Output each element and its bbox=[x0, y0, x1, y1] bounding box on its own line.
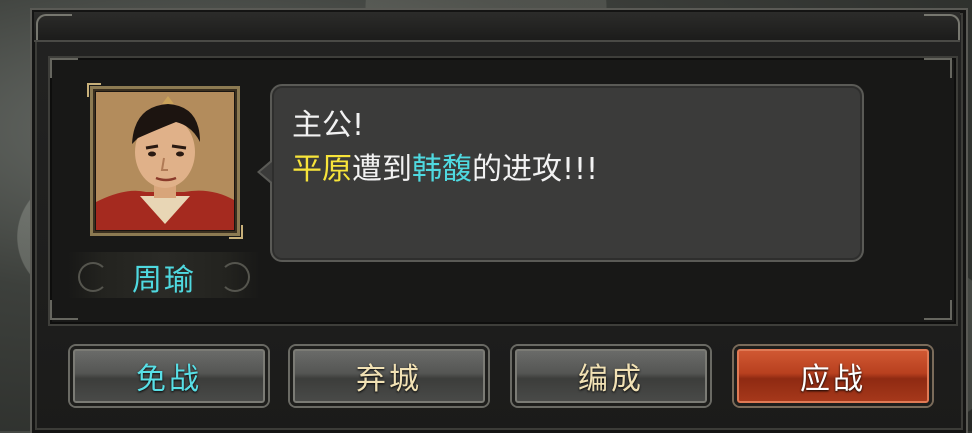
panel-corner-ornament bbox=[924, 300, 952, 320]
general-name: 周瑜 bbox=[132, 263, 196, 298]
city-name: 平原 bbox=[292, 152, 352, 187]
abandon-city-button[interactable]: 弃城 bbox=[290, 346, 488, 406]
speech-bubble-tail-fill bbox=[260, 162, 272, 182]
accept-battle-label: 应战 bbox=[800, 362, 866, 397]
message-text: 的进攻!!! bbox=[472, 152, 599, 187]
panel-corner-ornament bbox=[50, 300, 78, 320]
accept-battle-button[interactable]: 应战 bbox=[734, 346, 932, 406]
formation-label: 编成 bbox=[578, 362, 644, 397]
general-portrait-image bbox=[96, 92, 234, 230]
dialog-message: 平原遭到韩馥的进攻!!! bbox=[292, 144, 598, 188]
abandon-city-label: 弃城 bbox=[356, 362, 422, 397]
panel-corner-ornament bbox=[50, 58, 78, 78]
frame-corner-ornament bbox=[924, 14, 960, 40]
frame-corner-ornament bbox=[36, 14, 72, 40]
enemy-general-name: 韩馥 bbox=[412, 152, 472, 187]
dialog-greeting: 主公! bbox=[292, 108, 365, 143]
dialog-header-band bbox=[34, 12, 960, 42]
panel-corner-ornament bbox=[924, 58, 952, 78]
general-portrait bbox=[96, 92, 234, 230]
message-text: 遭到 bbox=[352, 152, 412, 187]
avoid-battle-label: 免战 bbox=[136, 362, 202, 397]
avoid-battle-button[interactable]: 免战 bbox=[70, 346, 268, 406]
formation-button[interactable]: 编成 bbox=[512, 346, 710, 406]
